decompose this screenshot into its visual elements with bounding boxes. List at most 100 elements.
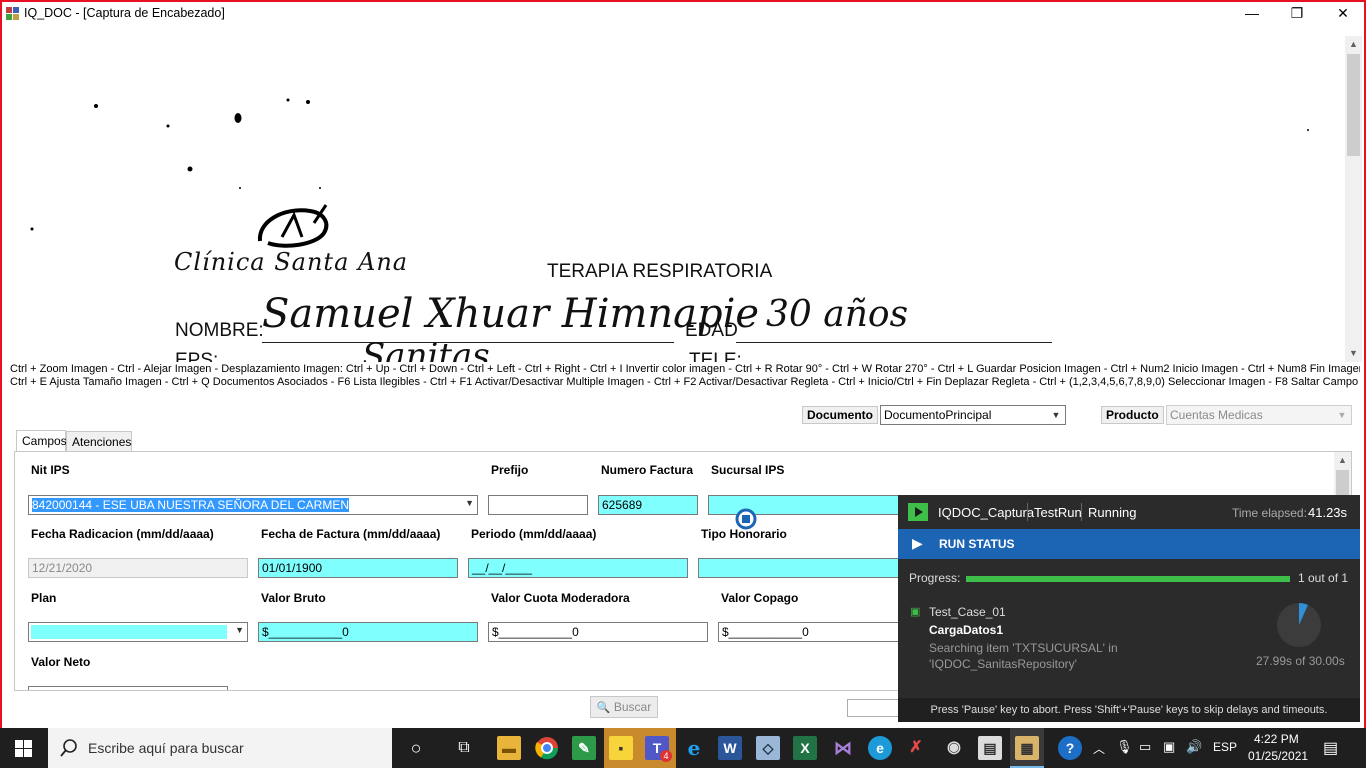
user-icon[interactable]: ◉ [942, 736, 966, 760]
test-runner-panel: IQDOC_Captura TestRun Running Time elaps… [898, 495, 1360, 722]
battery-icon[interactable]: ▭ [1139, 739, 1151, 755]
clinic-logo [257, 204, 329, 248]
taskbar: Escribe aquí para buscar ○ ⧉ ▬ ✎ ▪ T 4 e… [0, 728, 1366, 768]
periodo-label: Periodo (mm/dd/aaaa) [471, 527, 597, 541]
documento-select[interactable]: DocumentoPrincipal ▼ [880, 405, 1066, 425]
word-icon[interactable]: W [718, 736, 742, 760]
module-name: CargaDatos1 [929, 623, 1004, 637]
tele-label: TELE: [689, 350, 742, 362]
ranorex-icon[interactable]: ✗ [904, 736, 928, 760]
buscar-button[interactable]: 🔍 Buscar [590, 696, 658, 718]
fecha-radicacion-input[interactable]: 12/21/2020 [28, 558, 248, 578]
producto-select[interactable]: Cuentas Medicas ▼ [1166, 405, 1352, 425]
visual-studio-icon[interactable]: ⋈ [831, 736, 855, 760]
tab-campos[interactable]: Campos [16, 430, 67, 451]
chrome-icon[interactable] [535, 736, 559, 760]
maximize-button[interactable]: ❐ [1274, 2, 1320, 26]
valor-cuota-input[interactable]: $___________0 [488, 622, 708, 642]
nit-value: 842000144 - ESE UBA NUESTRA SEÑORA DEL C… [32, 498, 350, 512]
periodo-input[interactable]: __/__/____ [468, 558, 688, 578]
time-elapsed-value: 41.23s [1308, 505, 1348, 520]
fecha-factura-label: Fecha de Factura (mm/dd/aaaa) [261, 527, 441, 541]
document-image-viewer[interactable]: Clínica Santa Ana TERAPIA RESPIRATORIA N… [6, 36, 1362, 362]
nombre-label: NOMBRE: [175, 320, 264, 341]
chevron-down-icon[interactable]: ▼ [1335, 408, 1349, 422]
runner-mode: TestRun [1034, 505, 1082, 520]
minimize-button[interactable]: — [1229, 2, 1275, 26]
action-line-2: 'IQDOC_SanitasRepository' [929, 657, 1077, 671]
app-blue-icon[interactable]: ◇ [756, 736, 780, 760]
handwritten-eps: Sanitas [362, 336, 490, 362]
document-heading: TERAPIA RESPIRATORIA [547, 261, 773, 282]
nit-label: Nit IPS [31, 463, 70, 477]
file-explorer-icon[interactable]: ▬ [497, 736, 521, 760]
scroll-up-icon[interactable]: ▲ [1334, 452, 1351, 469]
nit-select[interactable]: 842000144 - ESE UBA NUESTRA SEÑORA DEL C… [28, 495, 478, 515]
language-indicator[interactable]: ESP [1213, 740, 1237, 754]
search-icon: 🔍 [596, 702, 611, 714]
run-status-label: RUN STATUS [939, 537, 1015, 551]
valor-copago-label: Valor Copago [721, 591, 799, 605]
clock-date[interactable]: 01/25/2021 [1248, 749, 1308, 763]
prefijo-input[interactable] [488, 495, 588, 515]
taskbar-search[interactable]: Escribe aquí para buscar [48, 728, 392, 768]
sticky-notes-active[interactable]: ▪ [604, 728, 638, 768]
help-icon[interactable]: ? [1058, 736, 1082, 760]
runner-header: IQDOC_Captura TestRun Running Time elaps… [898, 495, 1360, 529]
valor-copago-input[interactable]: $___________0 [718, 622, 918, 642]
scroll-thumb[interactable] [1347, 54, 1360, 156]
close-button[interactable]: ✕ [1320, 2, 1366, 26]
play-icon[interactable]: ▶ [912, 535, 923, 552]
cortana-icon[interactable]: ○ [404, 736, 428, 760]
notifications-icon[interactable]: ▤ [1323, 738, 1338, 758]
teams-active[interactable]: T 4 [638, 728, 676, 768]
tipo-honorario-input[interactable] [698, 558, 918, 578]
test-case-icon: ▣ [910, 606, 921, 618]
timer-pie [1277, 603, 1321, 647]
network-icon[interactable]: ▣ [1163, 739, 1175, 755]
windows-start-icon[interactable] [15, 740, 32, 757]
fecha-factura-input[interactable]: 01/01/1900 [258, 558, 458, 578]
iqdoc-icon[interactable]: ▦ [1015, 736, 1039, 760]
run-status-bar[interactable]: ▶ RUN STATUS [898, 529, 1360, 559]
progress-text: 1 out of 1 [1298, 571, 1349, 585]
plan-value [31, 625, 227, 639]
app-icon [6, 7, 19, 20]
scroll-up-icon[interactable]: ▲ [1345, 36, 1362, 53]
plan-label: Plan [31, 591, 57, 605]
plan-select[interactable]: ▼ [28, 622, 248, 642]
cursor-marker-icon [735, 508, 757, 530]
clock-time[interactable]: 4:22 PM [1254, 732, 1299, 746]
task-view-icon[interactable]: ⧉ [452, 736, 476, 760]
buscar-label: Buscar [613, 700, 652, 714]
edad-underline [736, 342, 1052, 343]
producto-label: Producto [1101, 406, 1164, 424]
valor-bruto-input[interactable]: $___________0 [258, 622, 478, 642]
chevron-down-icon[interactable]: ▼ [235, 625, 244, 635]
chevron-down-icon[interactable]: ▼ [1049, 408, 1063, 422]
edge-icon[interactable]: e [868, 736, 892, 760]
progress-label: Progress: [909, 571, 961, 585]
chevron-down-icon[interactable]: ▼ [465, 498, 474, 508]
sticky-notes-icon[interactable]: ▪ [609, 736, 633, 760]
divider [1081, 503, 1082, 521]
teams-badge: 4 [660, 750, 672, 762]
excel-icon[interactable]: X [793, 736, 817, 760]
valor-neto-input[interactable] [28, 686, 228, 690]
microphone-icon[interactable]: 🎙 [1116, 739, 1133, 755]
tab-atenciones[interactable]: Atenciones [66, 431, 132, 451]
numero-factura-label: Numero Factura [601, 463, 694, 477]
viewer-scrollbar[interactable]: ▲ ▼ [1345, 36, 1362, 362]
numero-factura-input[interactable]: 625689 [598, 495, 698, 515]
iqdoc-active[interactable]: ▦ [1010, 728, 1044, 768]
valor-cuota-label: Valor Cuota Moderadora [491, 591, 630, 605]
valor-neto-label: Valor Neto [31, 655, 91, 669]
chevron-up-icon[interactable]: ︿ [1093, 740, 1105, 757]
app-green-icon[interactable]: ✎ [572, 736, 596, 760]
scroll-down-icon[interactable]: ▼ [1345, 345, 1362, 362]
handwritten-age: 30 años [766, 294, 909, 335]
internet-explorer-icon[interactable]: e [682, 736, 706, 760]
app-window-icon[interactable]: ▤ [978, 736, 1002, 760]
volume-icon[interactable]: 🔊 [1186, 739, 1202, 755]
documento-label: Documento [802, 406, 878, 424]
